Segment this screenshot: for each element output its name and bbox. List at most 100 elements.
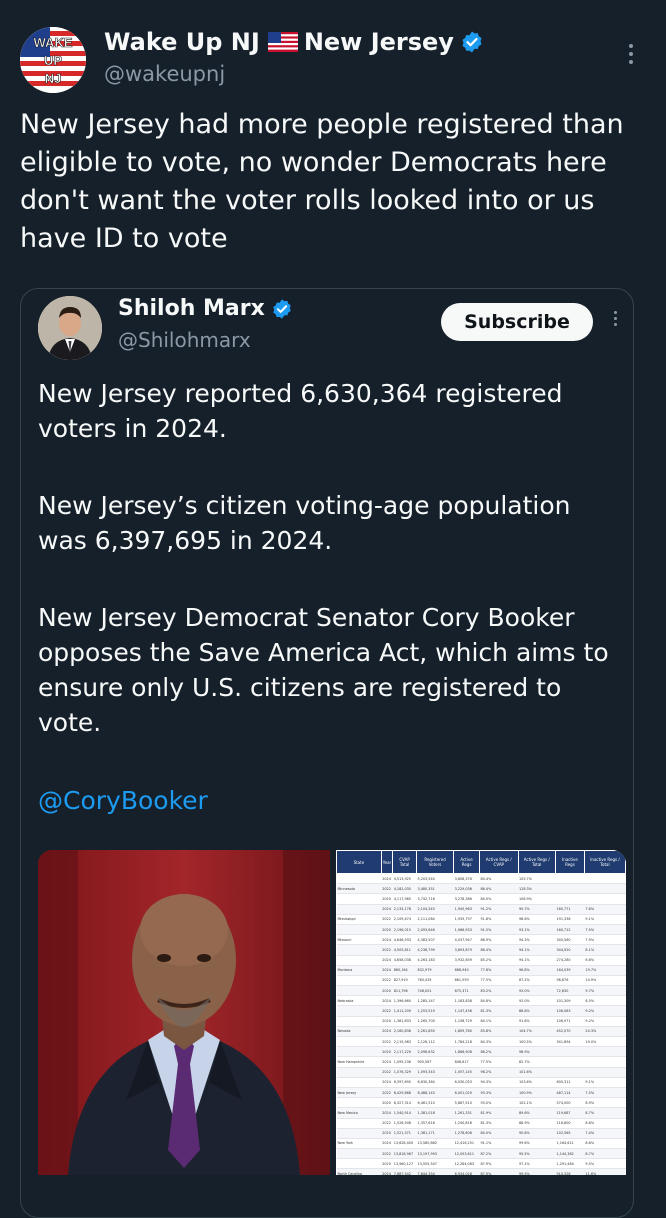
table-cell: 760,435: [416, 975, 454, 987]
table-cell: 2020: [381, 985, 393, 997]
quoted-author-avatar[interactable]: [38, 296, 102, 360]
table-cell: 8.6%: [584, 1138, 626, 1150]
table-cell: 2020: [381, 1046, 393, 1058]
quoted-author-handle[interactable]: @Shilohmarx: [118, 328, 251, 352]
table-cell: [555, 893, 585, 905]
table-cell: 102.1%: [518, 1097, 556, 1109]
author-handle[interactable]: @wakeupnj: [104, 62, 225, 86]
table-cell: 103.6%: [518, 1077, 556, 1088]
table-cell: New York: [336, 1138, 382, 1150]
table-row: Mississippi 2022 2,109,474 2,111,084 1,935,7…: [336, 914, 626, 925]
table-cell: [336, 1128, 382, 1139]
table-row: Minnesota 2022 4,182,035 3,480,351 3,229,036…: [336, 883, 626, 895]
table-cell: 9.7%: [584, 985, 626, 997]
table-cell: 1,866,908: [453, 1046, 480, 1058]
table-cell: 9.2%: [584, 1005, 626, 1017]
table-cell: 86.4%: [479, 944, 518, 956]
avatar[interactable]: WAKE UP NJ: [20, 27, 86, 93]
table-row: New Mexico 2024 1,540,914 1,381,018 1,261,33…: [336, 1107, 626, 1119]
table-cell: 3,742,716: [416, 893, 454, 905]
table-cell: 2,104,343: [416, 904, 454, 915]
table-cell: 93.3%: [479, 1087, 518, 1099]
table-cell: 2,111,084: [416, 914, 454, 925]
table-header-cell: Inactive Regs / Total: [583, 850, 626, 874]
table-cell: 8.7%: [584, 1107, 626, 1119]
table-cell: 2024: [381, 955, 393, 966]
table-cell: 661,559: [453, 975, 480, 987]
table-cell: 91.5%: [479, 924, 518, 936]
table-cell: 3,480,351: [416, 883, 454, 895]
table-cell: 119,687: [555, 1107, 585, 1119]
table-cell: 82.7%: [518, 1056, 556, 1068]
table-cell: 6,001,029: [453, 1087, 480, 1099]
table-cell: 87.9%: [479, 1158, 518, 1170]
table-row: 2022 4,505,811 4,238,799 3,893,879 86.4% 94.1…: [336, 944, 626, 956]
table-cell: 344,920: [555, 944, 585, 956]
table-cell: 748,001: [416, 985, 454, 997]
table-cell: [336, 1046, 382, 1058]
table-header-cell: Active Regs: [453, 850, 481, 874]
table-row: 2020 1,521,371 1,381,171 1,278,606 84.0% 90.8…: [336, 1128, 626, 1139]
table-cell: 24.3%: [584, 1026, 626, 1038]
table-row: 2024 2,133,178 2,104,343 1,945,963 91.2% 90.7…: [336, 904, 626, 915]
table-cell: 2,098,632: [416, 1046, 454, 1058]
table-row: 2022 1,411,209 1,253,519 1,147,436 81.3% 88.8…: [336, 1005, 626, 1017]
table-cell: 19.0%: [584, 1036, 626, 1048]
table-row: Missouri 2024 4,646,933 4,383,507 4,037,947 8…: [336, 934, 626, 946]
table-cell: 88.9%: [518, 1118, 556, 1129]
table-cell: 13,197,993: [416, 1148, 454, 1160]
mention-link[interactable]: @CoryBooker: [38, 786, 208, 815]
table-cell: 848,617: [453, 1056, 480, 1068]
table-cell: 13,555,547: [416, 1158, 454, 1170]
table-cell: [336, 1005, 382, 1017]
table-cell: 98.9%: [518, 1046, 556, 1058]
table-cell: [336, 1077, 382, 1088]
table-cell: [336, 924, 382, 936]
table-cell: [336, 1097, 382, 1109]
table-cell: 93.0%: [479, 1097, 518, 1109]
table-cell: 1,144,382: [555, 1148, 585, 1160]
author-location[interactable]: New Jersey: [304, 28, 454, 56]
table-cell: 99.6%: [518, 1138, 556, 1150]
table-row: 2024 4,658,038 4,263,183 3,932,659 85.2% 94.1…: [336, 955, 626, 966]
table-cell: 3,229,036: [453, 883, 480, 895]
table-cell: [336, 944, 382, 956]
table-cell: North Carolina: [336, 1168, 382, 1175]
table-cell: 91.1%: [479, 1138, 518, 1150]
table-cell: [584, 893, 626, 905]
table-cell: 2020: [381, 1097, 393, 1109]
table-row: New York 2024 13,628,400 13,580,862 12,416,2…: [336, 1138, 626, 1150]
table-cell: 7.4%: [584, 1128, 626, 1139]
table-cell: Minnesota: [336, 883, 382, 895]
table-cell: [336, 975, 382, 987]
subscribe-button[interactable]: Subscribe: [441, 303, 593, 341]
table-cell: 7,887,542: [392, 1168, 417, 1175]
table-cell: Montana: [336, 965, 382, 976]
table-cell: 2,109,474: [392, 914, 417, 925]
table-cell: 2020: [381, 893, 393, 905]
voter-data-table-image[interactable]: State Year CVAP Total Registered Voters Acti…: [336, 850, 626, 1175]
table-cell: 101.6%: [518, 1067, 556, 1078]
quoted-author-name-row[interactable]: Shiloh Marx: [118, 296, 293, 321]
table-cell: 83.8%: [479, 1026, 518, 1038]
table-cell: 2,115,983: [392, 1036, 417, 1048]
table-cell: 106.9%: [518, 893, 556, 905]
table-cell: 88.2%: [479, 1046, 518, 1058]
table-cell: 89.6%: [518, 1107, 556, 1119]
quoted-author-name[interactable]: Shiloh Marx: [118, 296, 265, 321]
table-cell: 452,070: [555, 1026, 585, 1038]
portrait-photo[interactable]: [38, 850, 330, 1175]
more-options-icon[interactable]: [624, 40, 638, 76]
table-cell: 86.9%: [479, 934, 518, 946]
table-cell: 1,411,209: [392, 1005, 417, 1017]
table-cell: 13,960,127: [392, 1158, 417, 1170]
table-cell: 1,164,611: [555, 1138, 585, 1150]
table-cell: Mississippi: [336, 914, 382, 925]
author-name-row[interactable]: Wake Up NJ New Jersey: [104, 28, 484, 56]
quoted-more-options-icon[interactable]: [609, 308, 621, 338]
table-cell: 8.9%: [584, 1097, 626, 1109]
us-flag-icon: [267, 32, 298, 52]
table-cell: 2020: [381, 924, 393, 936]
table-cell: 116,800: [555, 1118, 585, 1129]
author-name[interactable]: Wake Up NJ: [104, 28, 260, 56]
